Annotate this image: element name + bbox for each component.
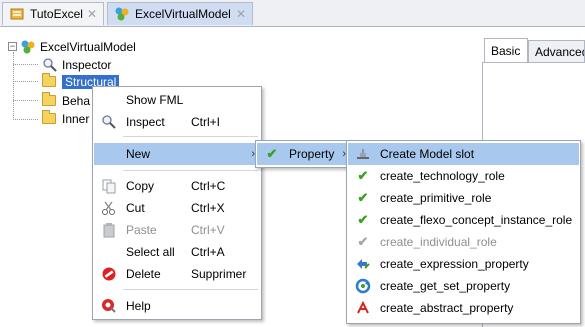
menu-item-shortcut: Ctrl+C (191, 179, 226, 193)
property-submenu: Create Model slot ✔ create_technology_ro… (346, 140, 581, 324)
tab-excelvirtualmodel[interactable]: ExcelVirtualModel ✕ (107, 2, 253, 25)
menu-item-help[interactable]: Help (94, 295, 260, 317)
help-icon (99, 298, 119, 314)
tree-item-label: Inspector (62, 57, 112, 72)
menu-item-delete[interactable]: Delete Supprimer (94, 263, 260, 285)
close-icon[interactable]: ✕ (87, 7, 97, 21)
menu-item-label: create_technology_role (380, 169, 505, 183)
menu-item-label: create_get_set_property (380, 279, 511, 293)
folder-icon (42, 110, 56, 124)
menu-item-shortcut: Supprimer (191, 267, 247, 281)
menu-item-create-get-set-property[interactable]: create_get_set_property (348, 275, 579, 297)
menu-item-cut[interactable]: Cut Ctrl+X (94, 197, 260, 219)
menu-item-show-fml[interactable]: Show FML (94, 89, 260, 111)
check-icon: ✔ (357, 234, 369, 249)
tree-guide (13, 64, 38, 65)
tree-root-label: ExcelVirtualModel (40, 39, 136, 54)
menu-item-label: Create Model slot (380, 147, 475, 161)
tree-root[interactable]: − ExcelVirtualModel (8, 38, 136, 55)
menu-item-property[interactable]: ✔ Property › (257, 143, 350, 165)
menu-separator (123, 136, 258, 137)
tab-tutoexcel[interactable]: TutoExcel ✕ (2, 2, 104, 25)
magnifier-icon (42, 57, 58, 73)
tree-guide (13, 119, 38, 120)
menu-separator (123, 170, 258, 171)
tab-label: TutoExcel (30, 7, 83, 21)
context-menu: Show FML Inspect Ctrl+I New › Copy Ctrl+… (92, 86, 262, 320)
folder-icon (42, 73, 56, 87)
menu-item-label: create_individual_role (380, 235, 497, 249)
menu-item-select-all[interactable]: Select all Ctrl+A (94, 241, 260, 263)
menu-item-shortcut: Ctrl+X (191, 201, 225, 215)
menu-item-create-primitive-role[interactable]: ✔ create_primitive_role (348, 187, 579, 209)
close-icon[interactable]: ✕ (236, 7, 246, 21)
collapse-icon[interactable]: − (8, 42, 17, 51)
abstract-icon (353, 300, 373, 316)
menu-item-label: Inspect (126, 115, 165, 129)
menu-item-create-flexo-concept-instance-role[interactable]: ✔ create_flexo_concept_instance_role (348, 209, 579, 231)
new-submenu: ✔ Property › (255, 140, 352, 168)
menu-item-shortcut: Ctrl+A (191, 245, 225, 259)
check-icon: ✔ (357, 212, 369, 227)
tree-item-inspector[interactable]: Inspector (42, 56, 111, 73)
menu-item-paste[interactable]: Paste Ctrl+V (94, 219, 260, 241)
menu-item-create-technology-role[interactable]: ✔ create_technology_role (348, 165, 579, 187)
menu-item-label: create_primitive_role (380, 191, 492, 205)
blank-icon (99, 92, 119, 108)
scissors-icon (99, 200, 119, 216)
menu-item-label: New (126, 147, 151, 161)
tab-label: ExcelVirtualModel (135, 7, 231, 21)
tree-guide (13, 52, 14, 120)
tree-item-label: Beha (62, 93, 91, 108)
check-icon: ✔ (357, 190, 369, 205)
menu-item-copy[interactable]: Copy Ctrl+C (94, 175, 260, 197)
menu-item-new[interactable]: New › (94, 143, 260, 165)
menu-item-create-individual-role[interactable]: ✔ create_individual_role (348, 231, 579, 253)
folder-icon (42, 92, 56, 106)
menu-item-label: Select all (126, 245, 175, 259)
menu-item-label: Delete (126, 267, 161, 281)
menu-item-shortcut: Ctrl+I (191, 115, 221, 129)
menu-item-create-model-slot[interactable]: Create Model slot (348, 143, 579, 165)
tree-item-behaviours[interactable]: Beha (42, 92, 90, 109)
tab-label: Basic (491, 43, 521, 58)
tree-item-inner[interactable]: Inner (42, 110, 89, 127)
menu-item-label: create_flexo_concept_instance_role (380, 213, 573, 227)
menu-separator (123, 289, 258, 290)
paste-icon (99, 222, 119, 238)
check-icon: ✔ (266, 146, 278, 161)
menu-item-create-abstract-property[interactable]: create_abstract_property (348, 297, 579, 319)
menu-item-shortcut: Ctrl+V (191, 223, 225, 237)
tab-basic[interactable]: Basic (484, 38, 528, 62)
tree-guide (13, 100, 38, 101)
model-slot-icon (353, 146, 373, 162)
menu-item-inspect[interactable]: Inspect Ctrl+I (94, 111, 260, 133)
virtual-model-icon (114, 6, 130, 22)
menu-item-label: Show FML (126, 93, 184, 107)
delete-icon (99, 266, 119, 282)
menu-item-label: Cut (126, 201, 145, 215)
menu-item-label: create_expression_property (380, 257, 529, 271)
menu-item-create-expression-property[interactable]: create_expression_property (348, 253, 579, 275)
menu-item-label: Copy (126, 179, 155, 193)
tab-advanced[interactable]: Advanced (528, 40, 585, 62)
menu-item-label: Property (289, 147, 335, 161)
menu-item-label: Paste (126, 223, 157, 237)
tree-guide (13, 81, 38, 82)
copy-icon (99, 178, 119, 194)
magnifier-icon (99, 114, 119, 130)
excel-project-icon (9, 6, 25, 22)
check-icon: ✔ (357, 168, 369, 183)
tree-item-label: Inner (62, 111, 90, 126)
menu-item-label: create_abstract_property (380, 301, 514, 315)
tab-label: Advanced (535, 44, 585, 59)
virtual-model-icon (20, 39, 36, 55)
get-set-icon (353, 278, 373, 294)
expression-icon (353, 256, 373, 272)
menu-item-label: Help (126, 299, 151, 313)
